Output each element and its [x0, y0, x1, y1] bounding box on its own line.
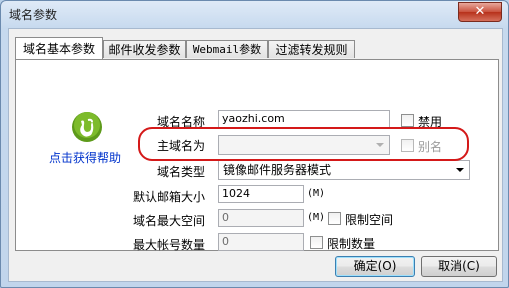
close-button[interactable]: ✕: [458, 2, 502, 22]
title-bar[interactable]: 域名参数 ✕: [1, 1, 508, 27]
domain-type-label: 域名类型: [157, 165, 206, 179]
max-accounts-input[interactable]: 0: [218, 233, 304, 251]
tab-webmail[interactable]: Webmail参数: [186, 40, 268, 58]
highlight-annotation: [138, 127, 469, 161]
max-domain-space-input[interactable]: 0: [218, 209, 304, 227]
tab-domain-basic[interactable]: 域名基本参数: [15, 37, 103, 59]
help-link[interactable]: 点击获得帮助: [49, 149, 121, 166]
dialog-window: 域名参数 ✕ 域名基本参数 邮件收发参数 Webmail参数 过滤转发规则 点击…: [0, 0, 509, 288]
default-mailbox-size-input[interactable]: 1024: [218, 185, 304, 203]
domain-type-value: 镜像邮件服务器模式: [223, 163, 332, 177]
limit-space-checkbox-label: 限制空间: [345, 213, 394, 227]
max-domain-space-label: 域名最大空间: [133, 214, 206, 228]
help-logo-icon[interactable]: [71, 111, 103, 143]
max-accounts-label: 最大帐号数量: [133, 238, 206, 252]
chevron-down-icon: [456, 168, 464, 172]
window-title: 域名参数: [9, 8, 58, 22]
domain-type-select[interactable]: 镜像邮件服务器模式: [218, 160, 470, 180]
ok-button[interactable]: 确定(O): [335, 256, 415, 277]
default-mailbox-size-label: 默认邮箱大小: [133, 190, 206, 204]
cancel-button[interactable]: 取消(C): [421, 256, 497, 277]
limit-count-checkbox-label: 限制数量: [327, 237, 376, 251]
close-icon: ✕: [474, 4, 486, 19]
max-domain-space-unit: (M): [307, 212, 326, 223]
tab-filter-forward-rules[interactable]: 过滤转发规则: [268, 40, 355, 58]
tab-mail-send-receive[interactable]: 邮件收发参数: [103, 40, 186, 58]
limit-space-checkbox[interactable]: [328, 212, 341, 225]
limit-count-checkbox[interactable]: [310, 236, 323, 249]
default-mailbox-size-unit: (M): [307, 188, 326, 199]
disable-checkbox[interactable]: [401, 114, 414, 127]
